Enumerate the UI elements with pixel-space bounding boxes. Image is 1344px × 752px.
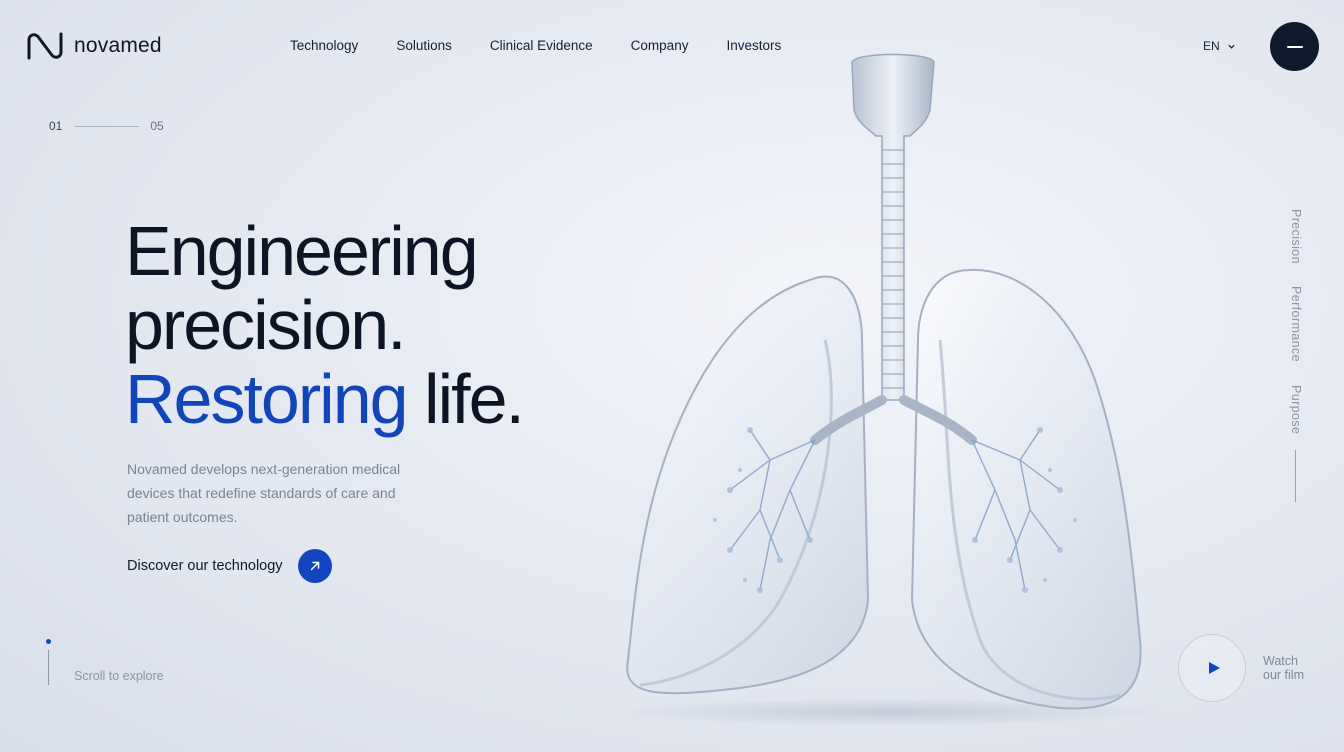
nav-item-clinical-evidence[interactable]: Clinical Evidence (490, 38, 593, 53)
language-label: EN (1203, 39, 1220, 53)
cta-arrow-button[interactable] (297, 549, 332, 583)
lungs-illustration (620, 53, 1160, 726)
brand-name: novamed (74, 34, 162, 57)
hero-line-3: Restoring life. (125, 360, 525, 438)
side-nav-performance[interactable]: Performance (1289, 286, 1303, 362)
menu-button[interactable] (1270, 22, 1319, 71)
scroll-dot (46, 639, 51, 644)
slide-divider (75, 125, 140, 127)
hero-line-2: precision. (125, 286, 407, 364)
slide-current: 01 (49, 119, 63, 133)
watch-film-label[interactable]: Watch our film (1263, 654, 1304, 682)
hero-accent-word: Restoring (125, 360, 409, 438)
chevron-down-icon (1228, 44, 1235, 49)
watch-film-line-2: our film (1263, 668, 1304, 682)
brand-logo[interactable]: novamed (26, 30, 162, 62)
scroll-line (48, 650, 49, 685)
arrow-up-right-icon (310, 561, 319, 571)
logo-mark-icon (27, 32, 63, 60)
side-nav-indicator (1295, 450, 1296, 502)
slide-total: 05 (150, 119, 164, 133)
play-film-button[interactable] (1178, 634, 1246, 702)
left-lung-icon (626, 275, 870, 695)
cta-label: Discover our technology (127, 558, 283, 574)
hero-description: Novamed develops next-generation medical… (127, 461, 401, 525)
hero-heading: Engineering precision. Restoring life. (125, 212, 525, 438)
hero-line-1: Engineering (125, 212, 479, 290)
slide-counter: 01 05 (49, 119, 164, 133)
hero-line-3-rest: life. (424, 360, 525, 438)
discover-technology-button[interactable]: Discover our technology (127, 549, 332, 583)
menu-icon (1286, 45, 1303, 48)
side-nav-precision[interactable]: Precision (1289, 209, 1303, 264)
nav-item-solutions[interactable]: Solutions (396, 38, 452, 53)
nav-item-technology[interactable]: Technology (290, 38, 358, 53)
watch-film-line-1: Watch (1263, 654, 1298, 668)
scroll-to-explore[interactable]: Scroll to explore (74, 669, 164, 683)
play-icon (1208, 662, 1220, 674)
side-nav-purpose[interactable]: Purpose (1289, 385, 1303, 434)
language-selector[interactable]: EN (1203, 39, 1236, 53)
